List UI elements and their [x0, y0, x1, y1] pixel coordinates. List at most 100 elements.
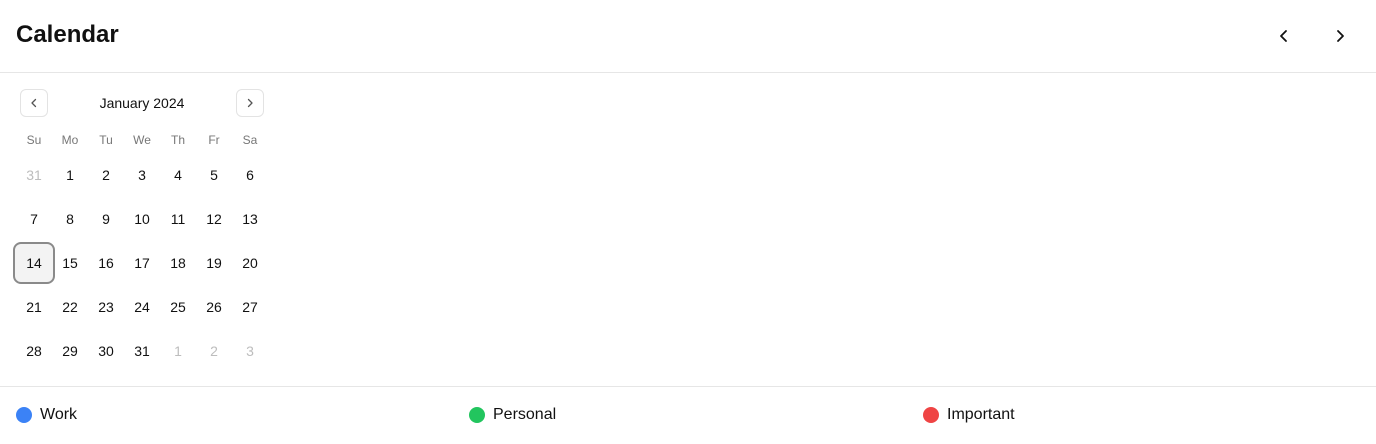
day-cell[interactable]: 4	[160, 153, 196, 197]
day-number: 1	[66, 167, 74, 183]
mini-calendar: January 2024 Su Mo Tu We Th Fr Sa 31 1 2 3 4 5 6 7 8 9 1…	[13, 89, 268, 359]
day-number: 22	[62, 299, 78, 315]
day-cell[interactable]: 16	[88, 241, 124, 285]
day-cell[interactable]: 28	[16, 329, 52, 373]
day-cell[interactable]: 1	[160, 329, 196, 373]
day-number: 2	[210, 343, 218, 359]
chevron-left-icon	[1280, 30, 1287, 42]
day-cell-selected[interactable]: 14	[13, 241, 55, 285]
day-number: 9	[102, 211, 110, 227]
weekday-label: Su	[26, 133, 42, 147]
day-number: 24	[134, 299, 150, 315]
day-cell[interactable]: 13	[232, 197, 268, 241]
weekday-label: Fr	[208, 133, 220, 147]
chevron-right-icon	[1337, 30, 1344, 42]
day-number: 31	[134, 343, 150, 359]
next-button[interactable]	[1324, 20, 1356, 52]
day-number: 1	[174, 343, 182, 359]
day-cell[interactable]: 24	[124, 285, 160, 329]
day-number: 10	[134, 211, 150, 227]
day-cell[interactable]: 5	[196, 153, 232, 197]
day-number: 6	[246, 167, 254, 183]
day-cell[interactable]: 3	[232, 329, 268, 373]
day-number: 21	[26, 299, 42, 315]
week-row: 7 8 9 10 11 12 13	[16, 197, 268, 241]
day-cell[interactable]: 30	[88, 329, 124, 373]
weekday-label: Mo	[61, 133, 79, 147]
day-cell[interactable]: 3	[124, 153, 160, 197]
legend-label: Work	[40, 406, 78, 423]
day-cell[interactable]: 27	[232, 285, 268, 329]
chevron-right-icon	[247, 98, 253, 108]
week-row: 14 15 16 17 18 19 20	[13, 241, 268, 285]
weekday-label: Sa	[242, 133, 258, 147]
day-number: 18	[170, 255, 186, 271]
day-cell[interactable]: 2	[88, 153, 124, 197]
day-cell[interactable]: 12	[196, 197, 232, 241]
weekday-label: Tu	[99, 133, 113, 147]
day-number: 4	[174, 167, 182, 183]
page-title: Calendar	[16, 21, 119, 48]
day-number: 2	[102, 167, 110, 183]
day-grid: 31 1 2 3 4 5 6 7 8 9 10 11 12 13 14 15 16 17 18 19 20 21 22 23 2…	[13, 153, 268, 373]
day-cell[interactable]: 17	[124, 241, 160, 285]
day-number: 25	[170, 299, 186, 315]
day-cell[interactable]: 25	[160, 285, 196, 329]
day-cell[interactable]: 1	[52, 153, 88, 197]
day-number: 20	[242, 255, 258, 271]
day-number: 3	[138, 167, 146, 183]
day-number: 12	[206, 211, 222, 227]
day-number: 14	[26, 255, 42, 271]
week-row: 21 22 23 24 25 26 27	[16, 285, 268, 329]
legend-label: Important	[947, 406, 1015, 423]
month-header: January 2024	[16, 89, 268, 117]
day-number: 19	[206, 255, 222, 271]
previous-button[interactable]	[1268, 20, 1300, 52]
day-number: 7	[30, 211, 38, 227]
day-number: 29	[62, 343, 78, 359]
legend-color-dot	[923, 407, 939, 423]
day-cell[interactable]: 18	[160, 241, 196, 285]
day-number: 31	[26, 167, 42, 183]
legend-item-personal: Personal	[469, 406, 556, 424]
week-row: 31 1 2 3 4 5 6	[16, 153, 268, 197]
month-label: January 2024	[99, 95, 185, 111]
day-number: 28	[26, 343, 42, 359]
day-cell[interactable]: 31	[16, 153, 52, 197]
day-number: 27	[242, 299, 258, 315]
day-cell[interactable]: 20	[232, 241, 268, 285]
day-number: 8	[66, 211, 74, 227]
day-cell[interactable]: 19	[196, 241, 232, 285]
legend: Work Personal Important	[0, 386, 1376, 444]
day-cell[interactable]: 22	[52, 285, 88, 329]
day-number: 30	[98, 343, 114, 359]
day-cell[interactable]: 26	[196, 285, 232, 329]
legend-item-important: Important	[923, 406, 1015, 424]
day-number: 17	[134, 255, 150, 271]
week-row: 28 29 30 31 1 2 3	[16, 329, 268, 373]
weekday-label: Th	[170, 133, 185, 147]
legend-label: Personal	[493, 406, 557, 423]
legend-color-dot	[469, 407, 485, 423]
weekday-label: We	[133, 133, 151, 147]
day-cell[interactable]: 7	[16, 197, 52, 241]
day-cell[interactable]: 31	[124, 329, 160, 373]
day-number: 5	[210, 167, 218, 183]
calendar-header: Calendar	[0, 0, 1376, 73]
next-month-button[interactable]	[236, 89, 264, 117]
day-cell[interactable]: 23	[88, 285, 124, 329]
day-number: 16	[98, 255, 114, 271]
day-cell[interactable]: 9	[88, 197, 124, 241]
day-cell[interactable]: 15	[52, 241, 88, 285]
day-number: 3	[246, 343, 254, 359]
day-cell[interactable]: 6	[232, 153, 268, 197]
day-cell[interactable]: 8	[52, 197, 88, 241]
day-cell[interactable]: 21	[16, 285, 52, 329]
day-cell[interactable]: 11	[160, 197, 196, 241]
legend-item-work: Work	[16, 406, 77, 424]
day-cell[interactable]: 29	[52, 329, 88, 373]
day-number: 26	[206, 299, 222, 315]
day-cell[interactable]: 2	[196, 329, 232, 373]
day-cell[interactable]: 10	[124, 197, 160, 241]
weekday-header-row: Su Mo Tu We Th Fr Sa	[16, 132, 268, 148]
